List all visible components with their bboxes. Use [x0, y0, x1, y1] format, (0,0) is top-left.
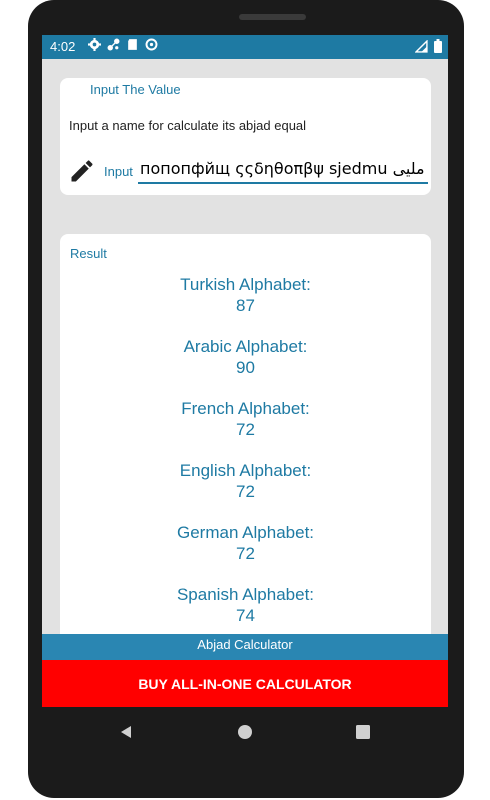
result-card-title: Result — [70, 246, 107, 261]
signal-icon — [415, 39, 428, 53]
data-saver-icon — [145, 38, 158, 51]
result-name: English Alphabet: — [179, 461, 312, 480]
result-name: French Alphabet: — [181, 399, 310, 418]
result-list: Turkish Alphabet: 87 Arabic Alphabet: 90… — [60, 274, 431, 646]
buy-calculator-button[interactable]: BUY ALL-IN-ONE CALCULATOR — [42, 660, 448, 707]
home-icon[interactable] — [237, 724, 253, 740]
result-value: 72 — [236, 482, 255, 501]
result-french: French Alphabet: 72 — [60, 398, 431, 440]
result-value: 72 — [236, 544, 255, 563]
input-card-title: Input The Value — [90, 82, 181, 97]
battery-icon — [434, 39, 442, 53]
result-value: 90 — [236, 358, 255, 377]
result-german: German Alphabet: 72 — [60, 522, 431, 564]
status-time: 4:02 — [50, 39, 76, 54]
result-arabic: Arabic Alphabet: 90 — [60, 336, 431, 378]
sd-card-icon — [128, 39, 137, 50]
pencil-icon — [71, 160, 93, 182]
app-name-bar: Abjad Calculator — [42, 634, 448, 660]
recents-icon[interactable] — [355, 724, 371, 740]
result-turkish: Turkish Alphabet: 87 — [60, 274, 431, 316]
network-icon — [107, 38, 120, 51]
input-label: Input — [104, 164, 133, 179]
result-spanish: Spanish Alphabet: 74 — [60, 584, 431, 626]
back-icon[interactable] — [118, 724, 134, 740]
name-input[interactable] — [138, 156, 428, 184]
result-value: 74 — [236, 606, 255, 625]
result-name: Arabic Alphabet: — [183, 337, 308, 356]
app-screen: 4:02 Input The Value Input a name for ca… — [42, 35, 448, 707]
result-value: 72 — [236, 420, 255, 439]
result-name: German Alphabet: — [176, 523, 315, 542]
result-english: English Alphabet: 72 — [60, 460, 431, 502]
input-card: Input The Value Input a name for calcula… — [60, 78, 431, 195]
status-bar: 4:02 — [42, 35, 448, 59]
result-name: Turkish Alphabet: — [180, 275, 311, 294]
input-hint: Input a name for calculate its abjad equ… — [69, 118, 307, 133]
result-name: Spanish Alphabet: — [176, 585, 315, 604]
result-card: Result Turkish Alphabet: 87 Arabic Alpha… — [60, 234, 431, 694]
nav-bar — [42, 707, 448, 757]
speaker-grille — [239, 14, 306, 20]
result-value: 87 — [236, 296, 255, 315]
gear-icon — [88, 38, 101, 51]
